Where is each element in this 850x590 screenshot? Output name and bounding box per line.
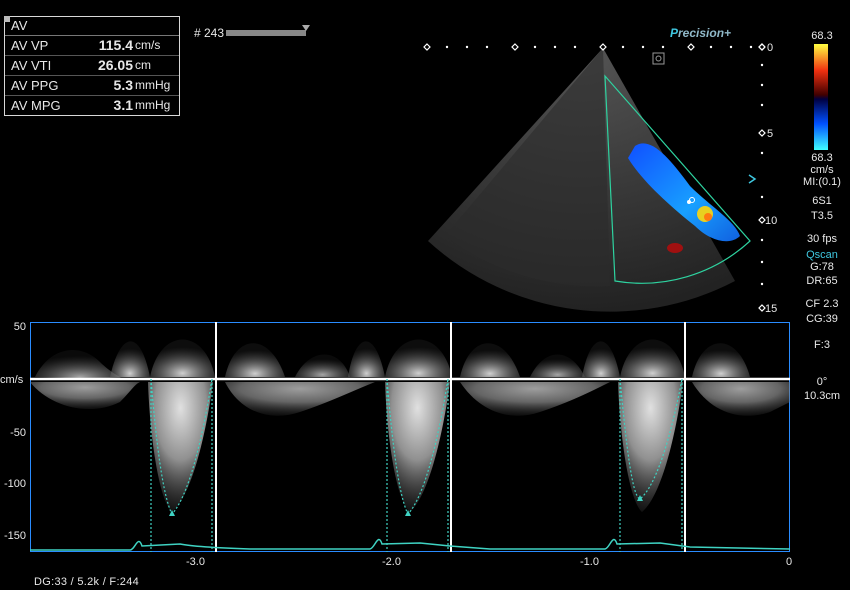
mi-value: MI:(0.1): [803, 176, 841, 188]
color-frequency: CF 2.3: [805, 298, 839, 310]
cine-marker-icon[interactable]: [302, 25, 310, 31]
depth-label: 10: [765, 215, 778, 227]
cine-scrollbar[interactable]: [226, 30, 306, 36]
y-tick-label: -150: [3, 530, 26, 542]
y-tick-label: -50: [10, 427, 26, 439]
depth-value: 10.3cm: [803, 390, 841, 402]
measurement-value: 26.05: [97, 57, 133, 73]
measurement-row: AV PPG 5.3 mmHg: [5, 76, 179, 96]
doppler-spectrum: [30, 322, 790, 552]
measurement-row: AV MPG 3.1 mmHg: [5, 96, 179, 115]
measurement-table: AV AV VP 115.4 cm/s AV VTI 26.05 cm AV P…: [4, 16, 180, 116]
measurement-row: AV VTI 26.05 cm: [5, 56, 179, 76]
probe-name: 6S1: [812, 195, 832, 207]
measurement-value: 5.3: [113, 77, 133, 93]
measurement-unit: mmHg: [135, 78, 171, 92]
measurement-label: AV MPG: [11, 98, 61, 113]
color-scale-bottom: 68.3: [811, 152, 833, 164]
measurement-label: AV VP: [11, 38, 49, 53]
focus-marker-icon[interactable]: [748, 174, 758, 184]
depth-label: 5: [767, 128, 774, 140]
frame-number: # 243: [194, 26, 225, 40]
color-scale-bar: [814, 44, 828, 150]
y-tick-label: 50: [13, 321, 26, 333]
dynamic-range: DR:65: [806, 275, 838, 287]
qscan-label: Qscan: [806, 249, 838, 261]
y-axis-unit: cm/s: [0, 374, 24, 386]
depth-scale: [758, 43, 766, 312]
measurement-unit: cm/s: [135, 38, 161, 52]
gain-value: G:78: [810, 261, 834, 273]
measurement-value: 115.4: [98, 37, 133, 53]
color-gain: CG:39: [806, 313, 838, 325]
depth-label: 0: [767, 42, 774, 54]
measurement-unit: mmHg: [135, 98, 171, 112]
angle-value: 0°: [816, 376, 828, 388]
measurement-title: AV: [5, 17, 179, 36]
filter-value: F:3: [814, 339, 830, 351]
measurement-value: 3.1: [113, 97, 133, 113]
measurement-label: AV VTI: [11, 58, 52, 73]
thermal-index: T3.5: [810, 210, 833, 222]
x-tick-label: -1.0: [580, 556, 599, 568]
color-scale-top: 68.3: [811, 30, 833, 42]
x-tick-label: -3.0: [186, 556, 205, 568]
depth-label: 15: [765, 303, 778, 315]
corner-marker-icon: [4, 16, 10, 22]
y-tick-label: -100: [3, 478, 26, 490]
frame-rate: 30 fps: [807, 233, 837, 245]
measurement-label: AV PPG: [11, 78, 59, 93]
color-scale-unit: cm/s: [810, 164, 834, 176]
top-scale-line: [423, 43, 765, 51]
x-tick-label: 0: [786, 556, 793, 568]
focus-icon: [652, 52, 665, 65]
sector-image: [428, 48, 751, 312]
measurement-row: AV VP 115.4 cm/s: [5, 36, 179, 56]
x-tick-label: -2.0: [382, 556, 401, 568]
doppler-settings: DG:33 / 5.2k / F:244: [34, 576, 140, 588]
measurement-unit: cm: [135, 58, 151, 72]
